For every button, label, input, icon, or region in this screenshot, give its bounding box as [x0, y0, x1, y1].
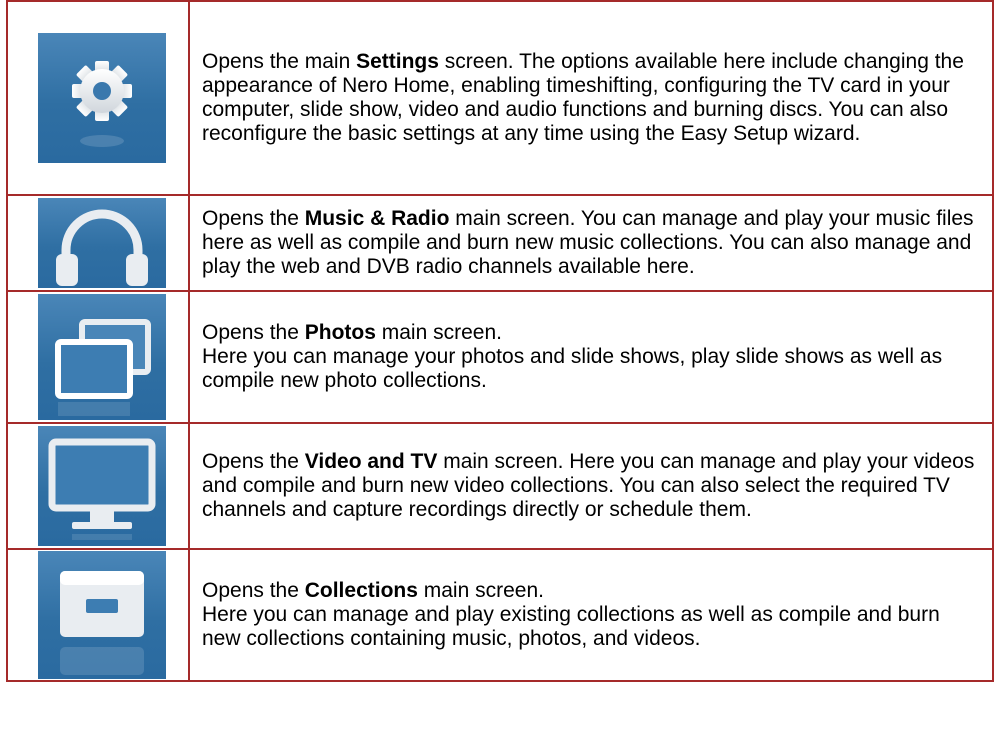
description-cell: Opens the main Settings screen. The opti…: [188, 0, 994, 196]
row-second-line: Here you can manage and play existing co…: [202, 603, 940, 650]
tv-monitor-icon: [38, 426, 166, 546]
row-suffix: main screen.: [417, 579, 544, 602]
icon-cell: [6, 290, 190, 424]
feature-table: Opens the main Settings screen. The opti…: [6, 0, 994, 682]
icon-cell: [6, 194, 190, 292]
row-title: Music & Radio: [304, 207, 450, 230]
row-first-line: Opens the Photos main screen.: [202, 321, 980, 345]
description-cell: Opens the Music & Radio main screen. You…: [188, 194, 994, 292]
row-first-line: Opens the Collections main screen.: [202, 579, 980, 603]
table-row-music: Opens the Music & Radio main screen. You…: [6, 194, 994, 292]
row-prefix: Opens the: [202, 579, 305, 602]
row-prefix: Opens the main: [202, 50, 357, 73]
icon-cell: [6, 0, 190, 196]
row-prefix: Opens the: [202, 450, 305, 473]
description-cell: Opens the Video and TV main screen. Here…: [188, 422, 994, 550]
table-row-collections: Opens the Collections main screen. Here …: [6, 548, 994, 682]
row-prefix: Opens the: [202, 207, 305, 230]
photos-stack-icon: [38, 294, 166, 420]
row-title: Settings: [356, 50, 439, 73]
row-title: Video and TV: [304, 450, 438, 473]
description-cell: Opens the Collections main screen. Here …: [188, 548, 994, 682]
icon-cell: [6, 548, 190, 682]
row-prefix: Opens the: [202, 321, 305, 344]
collections-box-icon: [38, 551, 166, 679]
headphones-icon: [38, 198, 166, 288]
icon-cell: [6, 422, 190, 550]
table-row-photos: Opens the Photos main screen. Here you c…: [6, 290, 994, 424]
table-row-video: Opens the Video and TV main screen. Here…: [6, 422, 994, 550]
settings-gear-icon: [38, 33, 166, 163]
row-suffix: main screen.: [375, 321, 502, 344]
table-row-settings: Opens the main Settings screen. The opti…: [6, 0, 994, 196]
row-title: Collections: [304, 579, 418, 602]
description-cell: Opens the Photos main screen. Here you c…: [188, 290, 994, 424]
row-title: Photos: [304, 321, 376, 344]
row-second-line: Here you can manage your photos and slid…: [202, 345, 943, 392]
